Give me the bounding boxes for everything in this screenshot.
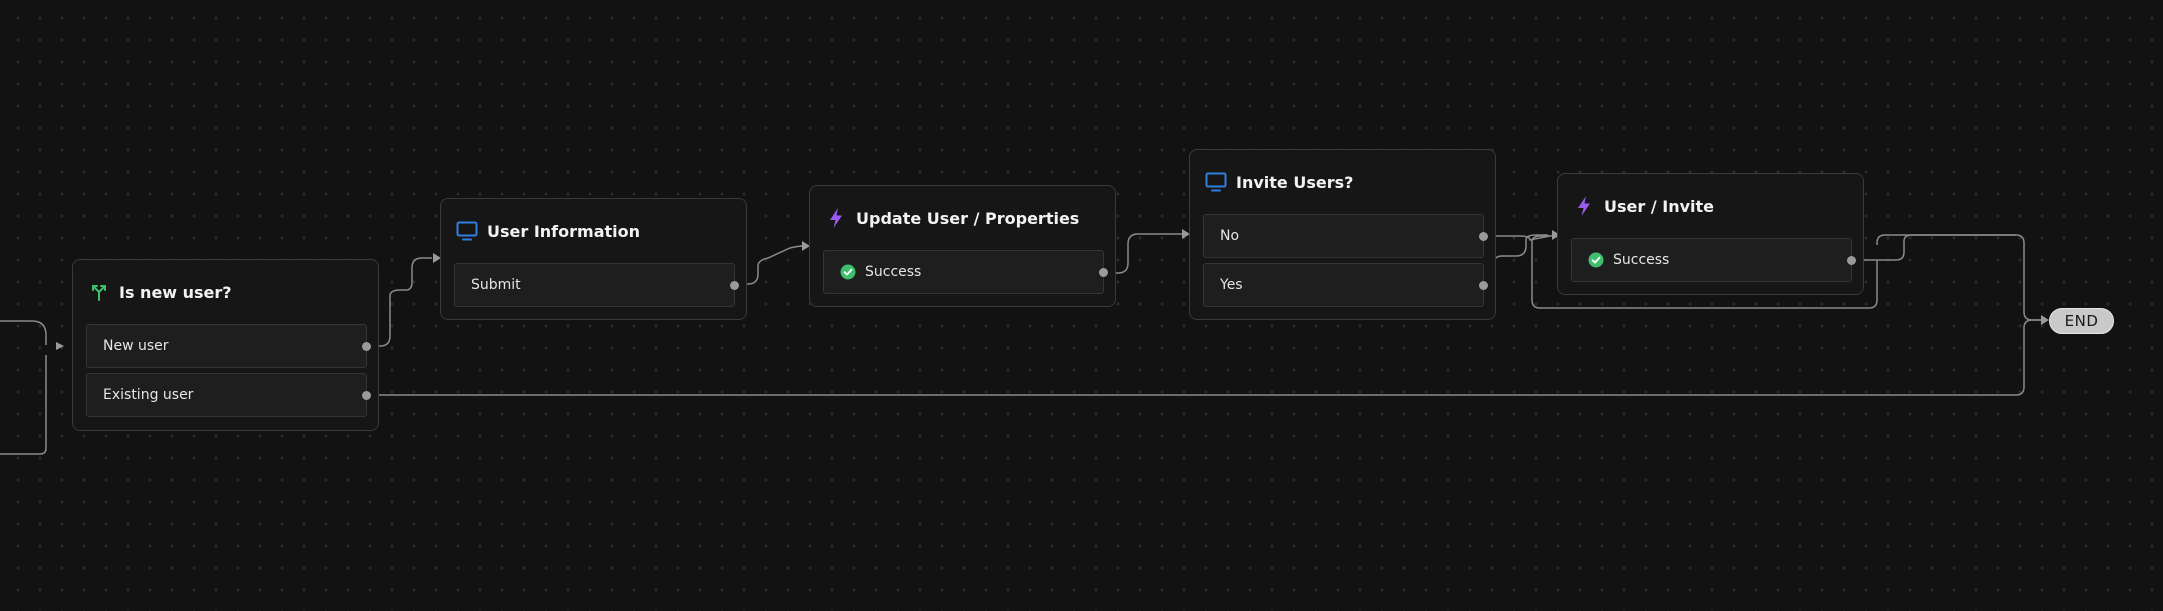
node-title: Update User / Properties xyxy=(856,208,1080,228)
port-label: New user xyxy=(103,338,169,354)
port-label: Success xyxy=(1613,252,1670,268)
edge-existing-user-to-end xyxy=(364,319,2041,396)
node-user-invite[interactable]: User / Invite Success xyxy=(1557,173,1864,295)
node-title: User Information xyxy=(487,221,640,241)
edge-incoming-top xyxy=(0,320,47,345)
end-label: END xyxy=(2064,312,2099,330)
output-handle[interactable] xyxy=(730,280,739,290)
check-circle-icon xyxy=(1588,252,1604,268)
end-node[interactable]: END xyxy=(2049,308,2114,334)
check-circle-icon xyxy=(840,264,856,280)
port-success[interactable]: Success xyxy=(1571,238,1856,282)
node-header: User / Invite xyxy=(1572,192,1714,220)
screen-icon xyxy=(1204,170,1228,194)
port-label: No xyxy=(1220,228,1240,244)
arrow-into-end xyxy=(2041,315,2049,325)
port-new-user[interactable]: New user xyxy=(86,324,371,368)
port-label: Submit xyxy=(471,277,521,293)
lightning-icon xyxy=(824,206,848,230)
output-handle[interactable] xyxy=(1479,231,1488,241)
edge-user-invite-top-to-end xyxy=(1876,234,2016,245)
output-handle[interactable] xyxy=(362,390,371,400)
node-header: Is new user? xyxy=(87,278,232,306)
branch-icon xyxy=(87,280,111,304)
node-title: Is new user? xyxy=(119,282,232,302)
node-invite-users[interactable]: Invite Users? No Yes xyxy=(1189,149,1496,320)
port-submit[interactable]: Submit xyxy=(454,263,739,307)
port-label: Success xyxy=(865,264,922,280)
arrow-into-is-new-user xyxy=(56,342,64,350)
output-handle[interactable] xyxy=(1479,280,1488,290)
output-handle[interactable] xyxy=(1099,267,1108,277)
lightning-icon xyxy=(1572,194,1596,218)
port-success[interactable]: Success xyxy=(823,250,1108,294)
flow-canvas[interactable]: Is new user? New user Existing user User… xyxy=(0,0,2163,611)
port-no[interactable]: No xyxy=(1203,214,1488,258)
node-header: Invite Users? xyxy=(1204,168,1353,196)
port-existing-user[interactable]: Existing user xyxy=(86,373,371,417)
port-label: Existing user xyxy=(103,387,194,403)
port-label: Yes xyxy=(1220,277,1243,293)
edge-incoming-bottom xyxy=(0,355,47,455)
node-title: Invite Users? xyxy=(1236,172,1354,192)
output-handle[interactable] xyxy=(1847,255,1856,265)
node-header: User Information xyxy=(455,217,640,245)
edge-user-invite-success-to-end xyxy=(1850,234,2041,321)
node-update-user-properties[interactable]: Update User / Properties Success xyxy=(809,185,1116,307)
node-is-new-user[interactable]: Is new user? New user Existing user xyxy=(72,259,379,431)
node-title: User / Invite xyxy=(1604,196,1714,216)
node-header: Update User / Properties xyxy=(824,204,1079,232)
node-user-information[interactable]: User Information Submit xyxy=(440,198,747,320)
output-handle[interactable] xyxy=(362,341,371,351)
screen-icon xyxy=(455,219,479,243)
port-yes[interactable]: Yes xyxy=(1203,263,1488,307)
